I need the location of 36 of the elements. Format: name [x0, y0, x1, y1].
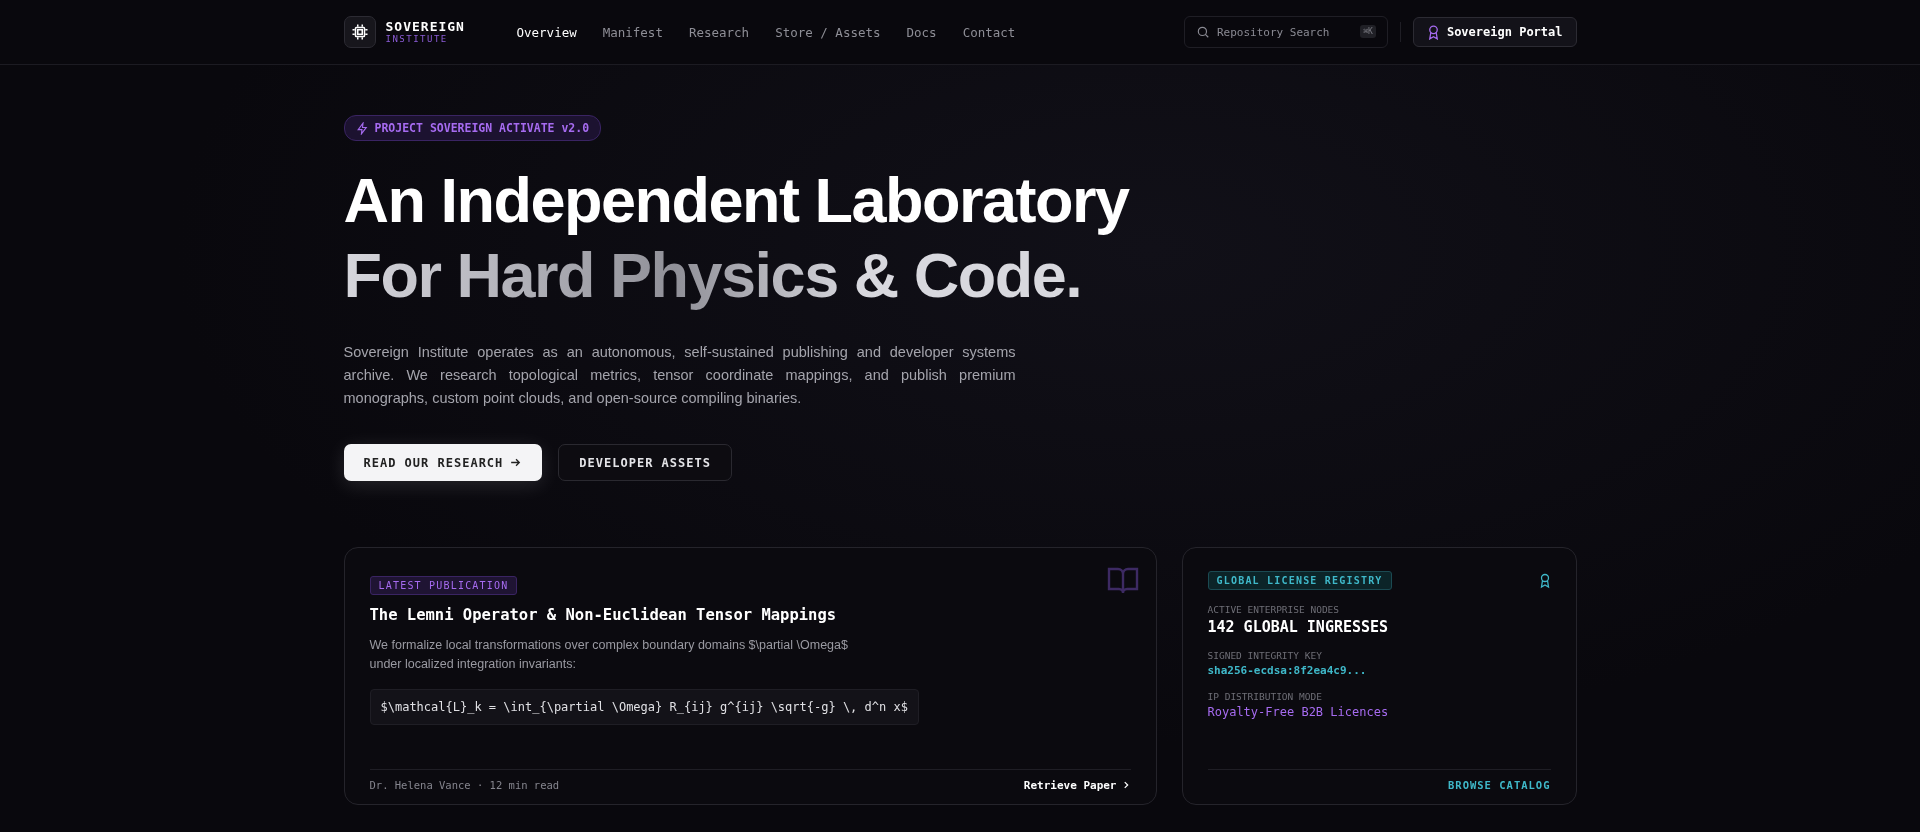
publication-title: The Lemni Operator & Non-Euclidean Tensor Mappings — [369, 606, 837, 624]
nav-link[interactable]: Overview — [516, 24, 577, 40]
nav-link[interactable]: Store / Assets — [775, 24, 881, 40]
search-icon — [1195, 25, 1210, 39]
nav-link[interactable]: Research — [688, 24, 750, 40]
hero-title: An Independent Laboratory — [343, 164, 1131, 237]
portal-button[interactable]: Sovereign Portal — [1412, 17, 1577, 47]
nav-link[interactable]: Docs — [906, 24, 937, 40]
hero-description: Sovereign Institute operates as an autonomous, self-sustained publishing and developer systems archive. We research topological metrics, tensor coordinate mappings, and publish premium monographs, custom point clouds, and open-source compiling binaries. — [343, 343, 1016, 408]
chip-logo-icon[interactable] — [343, 16, 376, 48]
nav-link[interactable]: Contact — [962, 24, 1016, 40]
field-value: 142 GLOBAL INGRESSES — [1207, 618, 1389, 636]
registry-tag: GLOBAL LICENSE REGISTRY — [1207, 571, 1392, 590]
lightning-icon — [355, 121, 369, 135]
developer-assets-button[interactable]: DEVELOPER ASSETS — [558, 444, 732, 481]
retrieve-paper-link[interactable]: Retrieve Paper — [1023, 778, 1131, 792]
version-badge: PROJECT SOVEREIGN ACTIVATE v2.0 — [343, 115, 602, 141]
author-meta: Dr. Helena Vance · 12 min read — [369, 779, 560, 791]
field-value: Royalty-Free B2B Licences — [1207, 705, 1389, 719]
award-icon — [1426, 24, 1440, 40]
field-value: sha256-ecdsa:8f2ea4c9... — [1207, 664, 1367, 677]
browse-catalog-link[interactable]: BROWSE CATALOG — [1448, 779, 1551, 791]
field-label: IP DISTRIBUTION MODE — [1207, 691, 1323, 702]
nav-link[interactable]: Manifest — [602, 24, 663, 40]
book-icon — [1106, 566, 1139, 596]
read-research-button[interactable]: READ OUR RESEARCH — [343, 444, 543, 481]
brand-name: SOVEREIGN — [385, 20, 465, 33]
field-label: SIGNED INTEGRITY KEY — [1207, 650, 1323, 661]
brand-subtitle: INSTITUTE — [385, 35, 449, 44]
formula-block: $\mathcal{L}_k = \int_{\partial \Omega} R_{ij} g^{ij} \sqrt{-g} \, d^n x$ — [369, 689, 919, 725]
field-label: ACTIVE ENTERPRISE NODES — [1207, 604, 1341, 615]
publication-summary: We formalize local transformations over complex boundary domains $\partial \Omega$ under localized integration invariants: — [369, 637, 848, 673]
shortcut-hint: ⌘K — [1360, 25, 1376, 38]
award-icon — [1538, 572, 1551, 589]
publication-tag: LATEST PUBLICATION — [369, 576, 518, 595]
arrow-right-icon — [509, 456, 523, 469]
